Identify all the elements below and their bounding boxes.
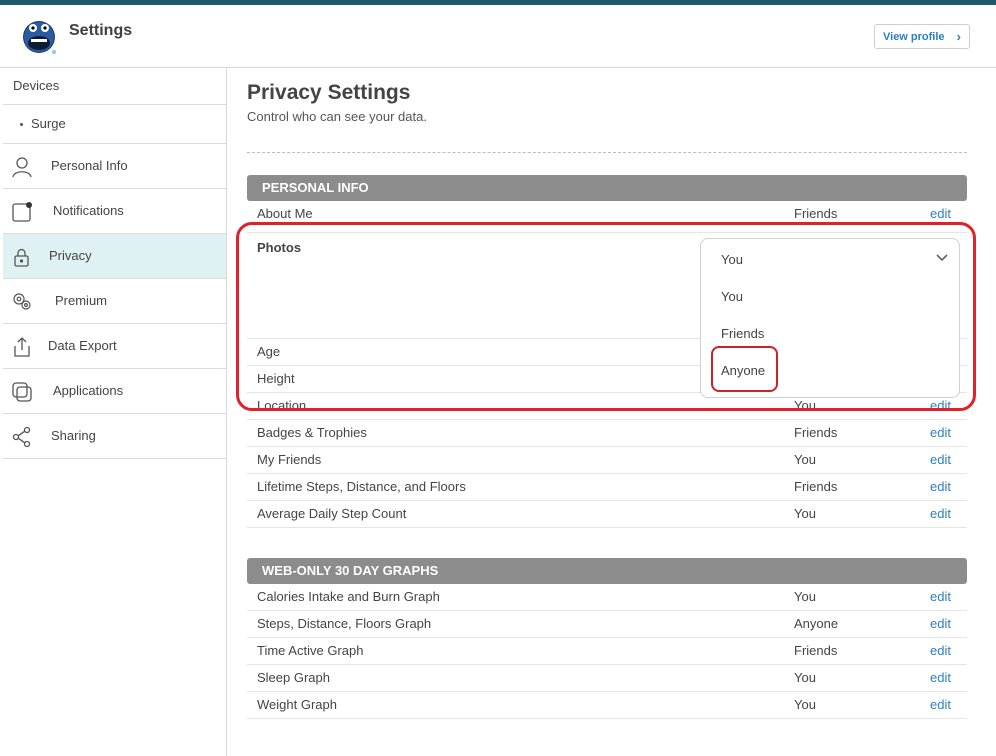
sidebar-item-label: Applications bbox=[53, 383, 124, 398]
edit-link[interactable]: edit bbox=[930, 398, 951, 413]
edit-link[interactable]: edit bbox=[930, 589, 951, 604]
avatar[interactable] bbox=[22, 18, 58, 56]
row-label: My Friends bbox=[257, 452, 322, 467]
privacy-row-time-active-graph: Time Active Graph Friends edit bbox=[247, 638, 967, 665]
dropdown-selected-value[interactable]: You bbox=[721, 252, 743, 267]
row-label: Average Daily Step Count bbox=[257, 506, 407, 521]
dropdown-option-friends[interactable]: Friends bbox=[721, 326, 764, 341]
sidebar-item-personal-info[interactable]: Personal Info bbox=[3, 144, 226, 189]
row-label: Steps, Distance, Floors Graph bbox=[257, 616, 432, 631]
privacy-row-about-me: About Me Friends edit bbox=[247, 201, 967, 233]
row-value: Friends bbox=[794, 479, 838, 494]
header: Settings View profile › bbox=[0, 5, 996, 68]
header-title: Settings bbox=[69, 22, 133, 39]
row-label: Lifetime Steps, Distance, and Floors bbox=[257, 479, 466, 494]
view-profile-button[interactable]: View profile › bbox=[874, 24, 970, 49]
row-value: You bbox=[794, 670, 816, 685]
row-label: Weight Graph bbox=[257, 697, 337, 712]
privacy-row-steps-graph: Steps, Distance, Floors Graph Anyone edi… bbox=[247, 611, 967, 638]
sidebar-item-label: Privacy bbox=[49, 248, 92, 263]
row-value: Friends bbox=[794, 206, 838, 221]
section-header-personal-info: PERSONAL INFO bbox=[247, 175, 967, 201]
privacy-row-my-friends: My Friends You edit bbox=[247, 447, 967, 474]
sidebar-item-sharing[interactable]: Sharing bbox=[3, 414, 226, 459]
privacy-row-lifetime-steps: Lifetime Steps, Distance, and Floors Fri… bbox=[247, 474, 967, 501]
page-title: Privacy Settings bbox=[247, 81, 411, 104]
row-label: Age bbox=[257, 344, 281, 359]
chevron-down-icon[interactable] bbox=[936, 253, 948, 263]
row-label: Sleep Graph bbox=[257, 670, 330, 685]
edit-link[interactable]: edit bbox=[930, 697, 951, 712]
edit-link[interactable]: edit bbox=[930, 425, 951, 440]
bullet-icon bbox=[20, 123, 23, 127]
notification-icon bbox=[12, 202, 32, 222]
share-icon bbox=[12, 426, 31, 448]
sidebar-item-label: Data Export bbox=[48, 338, 117, 353]
privacy-row-calories-graph: Calories Intake and Burn Graph You edit bbox=[247, 584, 967, 611]
sidebar-item-label: Premium bbox=[55, 293, 108, 308]
row-label: Time Active Graph bbox=[257, 643, 364, 658]
divider bbox=[247, 152, 967, 153]
view-profile-label: View profile bbox=[883, 30, 945, 43]
edit-link[interactable]: edit bbox=[930, 452, 951, 467]
row-value: Anyone bbox=[794, 616, 839, 631]
sidebar: Devices Surge Personal Info Notification… bbox=[3, 68, 227, 756]
premium-icon bbox=[13, 293, 31, 310]
privacy-row-badges: Badges & Trophies Friends edit bbox=[247, 420, 967, 447]
row-label: Location bbox=[257, 398, 307, 413]
row-label: Photos bbox=[257, 240, 302, 255]
section-header-graphs: WEB-ONLY 30 DAY GRAPHS bbox=[247, 558, 967, 584]
row-label: Height bbox=[257, 371, 295, 386]
row-label: Calories Intake and Burn Graph bbox=[257, 589, 440, 604]
applications-icon bbox=[12, 382, 32, 402]
sidebar-device-surge[interactable]: Surge bbox=[3, 105, 226, 144]
dropdown-option-anyone[interactable]: Anyone bbox=[721, 363, 765, 378]
row-value: Friends bbox=[794, 425, 838, 440]
sidebar-item-data-export[interactable]: Data Export bbox=[3, 324, 226, 369]
privacy-row-weight-graph: Weight Graph You edit bbox=[247, 692, 967, 719]
sidebar-item-premium[interactable]: Premium bbox=[3, 279, 226, 324]
edit-link[interactable]: edit bbox=[930, 643, 951, 658]
sidebar-devices-heading[interactable]: Devices bbox=[3, 68, 226, 105]
chevron-right-icon: › bbox=[956, 29, 961, 44]
row-value: You bbox=[794, 452, 816, 467]
edit-link[interactable]: edit bbox=[930, 616, 951, 631]
photos-privacy-dropdown[interactable]: You You Friends Anyone bbox=[700, 238, 960, 398]
sidebar-item-notifications[interactable]: Notifications bbox=[3, 189, 226, 234]
sidebar-item-label: Sharing bbox=[51, 428, 96, 443]
edit-link[interactable]: edit bbox=[930, 506, 951, 521]
lock-icon bbox=[14, 248, 29, 267]
row-value: You bbox=[794, 506, 816, 521]
row-value: Friends bbox=[794, 643, 838, 658]
row-label: About Me bbox=[257, 206, 313, 221]
row-value: You bbox=[794, 697, 816, 712]
privacy-row-sleep-graph: Sleep Graph You edit bbox=[247, 665, 967, 692]
sidebar-item-privacy[interactable]: Privacy bbox=[3, 234, 226, 279]
row-label: Badges & Trophies bbox=[257, 425, 367, 440]
privacy-row-average-steps: Average Daily Step Count You edit bbox=[247, 501, 967, 528]
sidebar-item-applications[interactable]: Applications bbox=[3, 369, 226, 414]
page-subtitle: Control who can see your data. bbox=[247, 109, 427, 124]
sidebar-item-label: Notifications bbox=[53, 203, 124, 218]
sidebar-item-label: Personal Info bbox=[51, 158, 128, 173]
edit-link[interactable]: edit bbox=[930, 206, 951, 221]
device-label: Surge bbox=[31, 116, 66, 131]
row-value: You bbox=[794, 398, 816, 413]
export-icon bbox=[14, 337, 30, 357]
dropdown-option-you[interactable]: You bbox=[721, 289, 743, 304]
row-value: You bbox=[794, 589, 816, 604]
edit-link[interactable]: edit bbox=[930, 670, 951, 685]
edit-link[interactable]: edit bbox=[930, 479, 951, 494]
person-icon bbox=[12, 157, 32, 178]
